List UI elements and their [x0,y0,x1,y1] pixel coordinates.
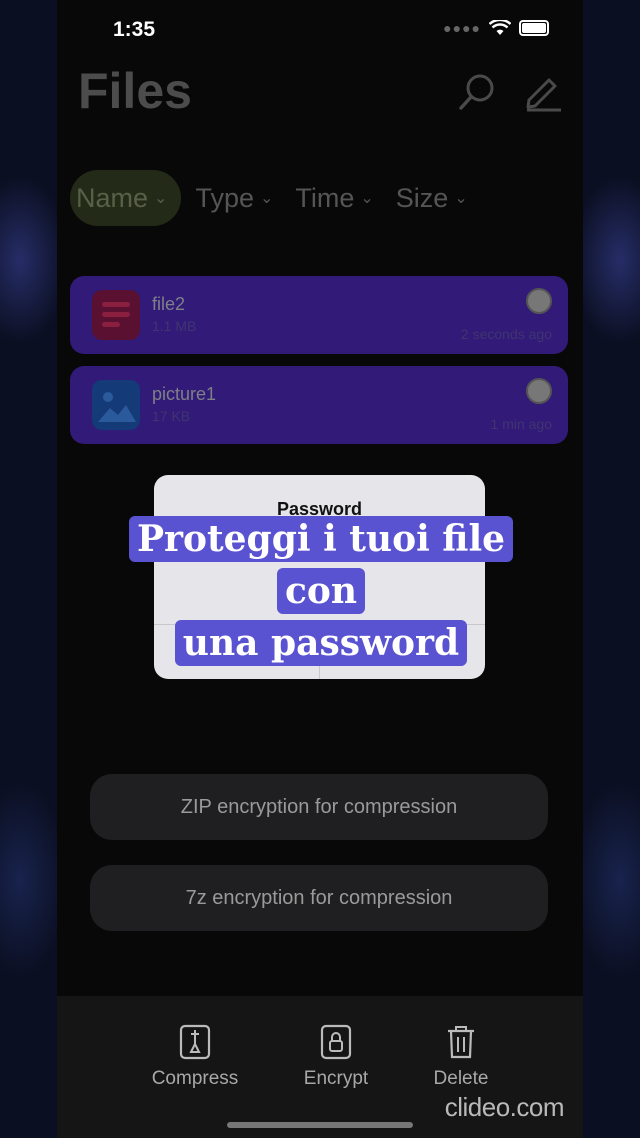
search-icon[interactable] [457,72,497,112]
chevron-down-icon: ⌄ [360,190,374,207]
encrypt-label: Encrypt [303,1068,369,1089]
select-radio[interactable] [526,288,552,314]
caption-line-2: una password [174,620,468,666]
video-caption: Proteggi i tuoi file con una password [101,513,541,669]
file-time: 2 seconds ago [460,326,552,342]
compress-label: Compress [151,1068,239,1089]
image-icon [92,380,140,430]
file-row[interactable]: picture1 17 KB 1 min ago [70,366,568,444]
file-size: 1.1 MB [152,318,197,334]
signal-icon: ●●●● [443,20,481,36]
file-name: file2 [152,294,186,314]
document-icon [92,290,140,340]
chevron-down-icon: ⌄ [154,190,168,207]
zip-encryption-button[interactable]: ZIP encryption for compression [90,774,548,840]
chevron-down-icon: ⌄ [454,190,468,207]
status-icons: ●●●● [443,20,549,36]
filter-time[interactable]: Time ⌄ [287,170,381,226]
filter-size[interactable]: Size ⌄ [388,170,476,226]
filter-type-label: Type [195,182,254,213]
file-time: 1 min ago [490,416,552,432]
phone-screen: 1:35 ●●●● Files Name ⌄ Type ⌄ Time ⌄ Siz… [57,0,583,1138]
encrypt-button[interactable]: Encrypt [293,1024,379,1090]
edit-icon[interactable] [523,72,563,112]
delete-button[interactable]: Delete [423,1024,499,1090]
compress-button[interactable]: Compress [147,1024,243,1090]
trash-icon [448,1026,474,1059]
filter-type[interactable]: Type ⌄ [187,170,281,226]
filter-size-label: Size [395,182,449,213]
zip-file-icon [179,1024,211,1060]
file-size: 17 KB [152,408,191,424]
chevron-down-icon: ⌄ [259,190,274,207]
filter-time-label: Time [295,182,355,213]
file-row[interactable]: file2 1.1 MB 2 seconds ago [70,276,568,354]
sort-filters: Name ⌄ Type ⌄ Time ⌄ Size ⌄ [70,168,570,228]
lock-file-icon [320,1024,352,1060]
7z-encryption-button[interactable]: 7z encryption for compression [90,865,548,931]
status-bar: 1:35 ●●●● [57,0,583,60]
battery-icon [519,20,549,36]
select-radio[interactable] [526,378,552,404]
file-name: picture1 [152,384,217,404]
caption-line-1: Proteggi i tuoi file con [128,516,514,614]
watermark: clideo.com [444,1092,565,1122]
filter-name[interactable]: Name ⌄ [70,170,182,226]
home-indicator [227,1122,413,1128]
status-time: 1:35 [113,18,156,41]
page-title: Files [78,63,192,119]
filter-name-label: Name [76,182,149,213]
delete-label: Delete [433,1068,489,1089]
wifi-icon [489,20,511,35]
